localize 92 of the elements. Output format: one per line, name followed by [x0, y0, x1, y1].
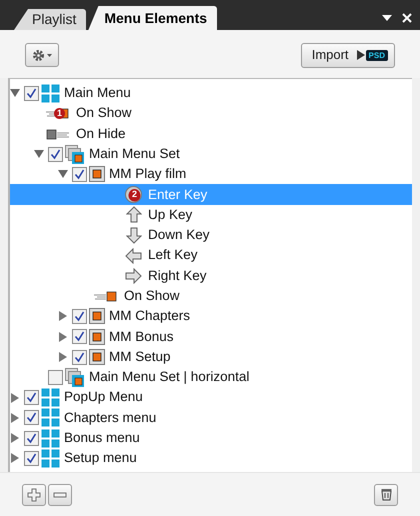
item-label: Down Key: [148, 226, 210, 244]
psd-logo: PSD: [366, 50, 388, 60]
expand-arrow-icon[interactable]: [10, 392, 20, 403]
item-label: MM Setup: [109, 348, 171, 366]
tree-item[interactable]: PopUp Menu: [10, 387, 412, 408]
checkbox[interactable]: [24, 430, 39, 446]
checkbox[interactable]: [72, 350, 87, 364]
checkbox[interactable]: [72, 166, 87, 182]
item-label: Main Menu: [64, 84, 131, 102]
item-label: Up Key: [148, 206, 192, 224]
item-label: Right Key: [148, 266, 207, 285]
expand-arrow-icon[interactable]: [10, 453, 20, 464]
expand-arrow-icon[interactable]: [58, 311, 68, 322]
tree-item[interactable]: On Show: [10, 286, 412, 306]
tab[interactable]: Menu Elements: [88, 6, 218, 30]
tree-item[interactable]: 2 Enter Key: [10, 184, 412, 205]
button-element-icon: [89, 349, 105, 365]
menu-grid-icon: [41, 388, 60, 408]
button-element-icon: [89, 308, 105, 324]
item-label: Enter Key: [148, 186, 208, 204]
checkbox[interactable]: [48, 370, 63, 385]
settings-button[interactable]: [25, 43, 59, 67]
item-label: MM Play film: [109, 165, 186, 184]
item-label: MM Chapters: [109, 307, 190, 326]
button-element-icon: [89, 328, 105, 345]
expand-arrow-icon[interactable]: [58, 352, 68, 362]
dropdown-icon[interactable]: [382, 15, 392, 21]
checkbox[interactable]: [24, 390, 39, 406]
checkbox[interactable]: [72, 308, 87, 324]
item-label: Main Menu Set | horizontal: [89, 368, 250, 386]
checkbox[interactable]: [24, 450, 39, 466]
caret-icon: [47, 54, 52, 56]
event-icon: [94, 290, 118, 302]
item-label: MM Bonus: [109, 328, 174, 346]
expand-arrow-icon[interactable]: [58, 332, 68, 342]
right-arrow-icon: [125, 268, 142, 284]
tree-item[interactable]: On Hide: [10, 124, 412, 144]
item-label: Left Key: [148, 246, 198, 264]
checkbox[interactable]: [48, 146, 63, 162]
tree-item[interactable]: Main Menu: [10, 83, 412, 104]
tree-item[interactable]: Chapters menu: [10, 408, 412, 428]
tree-item[interactable]: MM Play film: [10, 164, 412, 184]
left-arrow-icon: [125, 248, 142, 264]
tree-item[interactable]: Down Key: [10, 225, 412, 246]
tree-item[interactable]: Setup menu: [10, 448, 412, 469]
item-label: Main Menu Set: [89, 144, 180, 163]
delete-button[interactable]: [374, 484, 398, 506]
up-arrow-icon: [126, 206, 142, 224]
remove-button[interactable]: [48, 484, 72, 506]
minus-icon: [53, 492, 67, 498]
trash-icon: [380, 488, 392, 501]
tree-item[interactable]: MM Setup: [10, 346, 412, 368]
item-label: On Show: [76, 104, 132, 122]
down-arrow-icon: [126, 226, 142, 244]
tree-item[interactable]: Up Key: [10, 204, 412, 226]
tree-item[interactable]: 1 On Show: [10, 103, 412, 124]
import-button[interactable]: Import PSD: [300, 42, 395, 68]
item-label: Setup menu: [64, 449, 137, 468]
layers-icon: [65, 144, 85, 164]
expand-arrow-icon[interactable]: [10, 88, 20, 98]
layers-icon: [65, 368, 85, 387]
expand-arrow-icon[interactable]: [10, 433, 20, 444]
checkbox[interactable]: [24, 86, 39, 101]
tree-item[interactable]: Left Key: [10, 245, 412, 266]
tree-item[interactable]: Main Menu Set: [10, 144, 412, 164]
checkbox[interactable]: [72, 329, 87, 344]
item-label: Bonus menu: [64, 429, 140, 448]
gear-icon: [32, 48, 45, 62]
button-element-icon: [89, 166, 105, 182]
tree-item[interactable]: Main Menu Set | horizontal: [10, 367, 412, 388]
number-badge: 1: [54, 108, 65, 120]
tree-item[interactable]: MM Bonus: [10, 326, 412, 347]
item-label: On Show: [124, 286, 180, 305]
expand-arrow-icon[interactable]: [10, 412, 20, 423]
item-label: PopUp Menu: [64, 388, 143, 406]
expand-arrow-icon[interactable]: [58, 169, 68, 180]
checkbox[interactable]: [24, 410, 39, 426]
item-label: Chapters menu: [64, 408, 156, 427]
event-icon: [46, 128, 70, 140]
menu-grid-icon: [41, 408, 60, 428]
add-button[interactable]: [22, 484, 46, 506]
tree-item[interactable]: MM Chapters: [10, 306, 412, 327]
menu-grid-icon: [41, 84, 60, 103]
close-icon[interactable]: [402, 13, 412, 23]
menu-grid-icon: [41, 428, 60, 448]
tree-item[interactable]: Right Key: [10, 266, 412, 286]
item-label: On Hide: [76, 124, 126, 143]
menu-grid-icon: [41, 448, 60, 468]
tab[interactable]: Playlist: [14, 9, 86, 30]
expand-arrow-icon[interactable]: [34, 149, 44, 160]
plus-icon: [27, 488, 41, 502]
tree-item[interactable]: Bonus menu: [10, 428, 412, 448]
